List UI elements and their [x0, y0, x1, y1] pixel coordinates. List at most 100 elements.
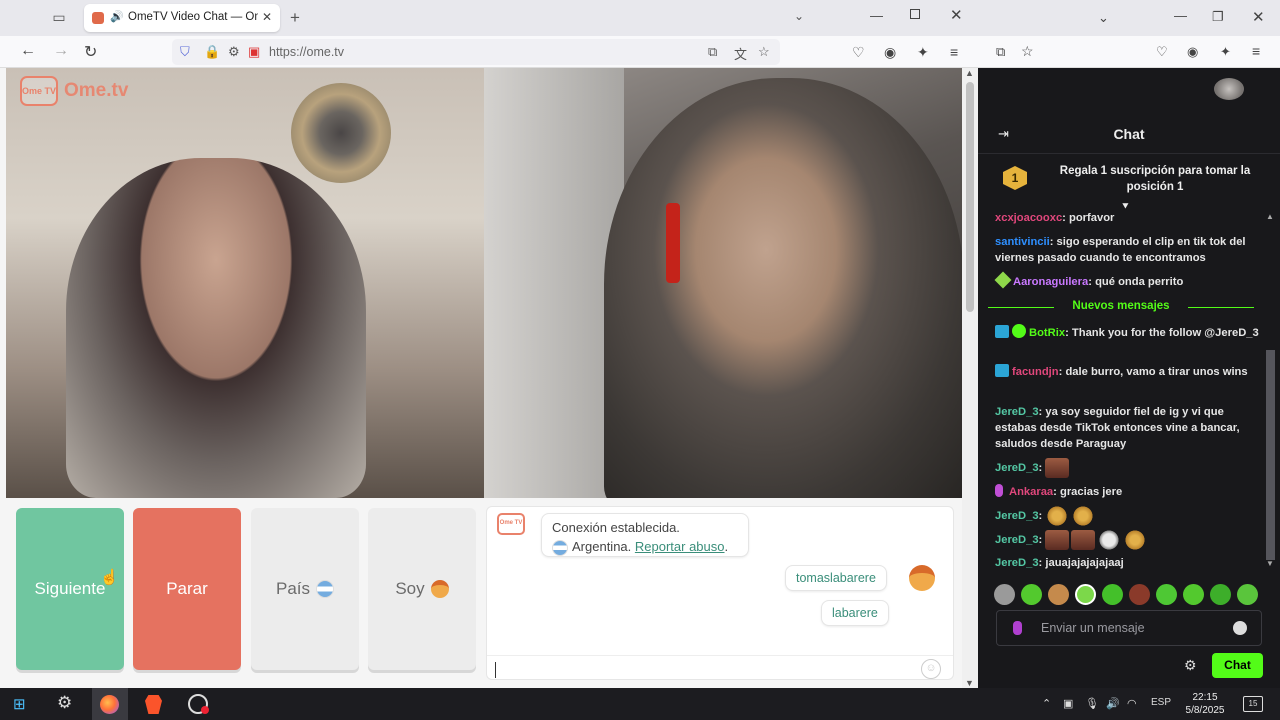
mic-icon[interactable] [1013, 621, 1022, 635]
emote-icon[interactable] [1021, 584, 1042, 605]
speaker-icon[interactable]: 🔊 [1106, 697, 1120, 710]
gear-icon[interactable]: ⚙ [1184, 657, 1197, 674]
message-input[interactable] [495, 662, 496, 678]
chat-username[interactable]: santivincii [995, 236, 1050, 248]
camera-icon[interactable]: ▣ [248, 44, 260, 60]
url-text[interactable]: https://ome.tv [269, 45, 344, 59]
chat-username[interactable]: JereD_3 [995, 462, 1039, 474]
send-chat-button[interactable]: Chat [1212, 653, 1263, 678]
report-abuse-link[interactable]: Reportar abuso [635, 539, 725, 554]
clock[interactable]: 22:15 5/8/2025 [1180, 691, 1230, 717]
chat-username[interactable]: JereD_3 [995, 534, 1039, 546]
pocket-icon[interactable]: ♡ [1156, 44, 1168, 60]
chat-username[interactable]: Aaronaguilera [1013, 276, 1088, 288]
account-icon[interactable]: ◉ [1187, 44, 1198, 60]
reload-icon[interactable]: ↻ [84, 42, 97, 62]
stop-button[interactable]: Parar [133, 508, 241, 670]
chat-username[interactable]: JereD_3 [995, 557, 1039, 569]
extensions-icon[interactable]: ✦ [1220, 44, 1231, 60]
next-button[interactable]: Siguiente [16, 508, 124, 670]
smile-icon[interactable]: ☺ [921, 659, 941, 679]
translate-icon[interactable]: 文 [734, 44, 747, 63]
avatar[interactable] [1214, 78, 1244, 100]
back-arrow-icon[interactable]: ← [20, 42, 36, 60]
chat-header: ⇥ Chat [978, 68, 1280, 154]
clock-time: 22:15 [1192, 692, 1218, 703]
lock-icon[interactable]: 🔒 [204, 44, 220, 60]
tab-ometv[interactable]: 🔊 OmeTV Video Chat — Ome ✕ [84, 4, 280, 32]
tab-list-icon[interactable]: ▭ [50, 9, 68, 27]
chat-scrollbar[interactable]: ▲ ▼ [1264, 210, 1278, 570]
chat-username[interactable]: facundjn [1012, 366, 1059, 378]
pinned-text: Regala 1 suscripción para tomar la posic… [1059, 165, 1251, 193]
scroll-down-icon[interactable]: ▼ [965, 678, 974, 688]
plus-icon[interactable]: + [290, 8, 300, 28]
extensions-icon[interactable]: ✦ [917, 44, 929, 61]
chat-username[interactable]: BotRix [1029, 327, 1065, 339]
menu-icon[interactable]: ≡ [950, 44, 958, 60]
scroll-up-icon[interactable]: ▲ [1266, 212, 1274, 221]
chat-username[interactable]: JereD_3 [995, 406, 1039, 418]
shield-icon[interactable]: ⛉ [180, 44, 190, 60]
firefox-icon[interactable] [100, 695, 119, 714]
account-icon[interactable]: ◉ [884, 44, 896, 61]
audio-icon[interactable]: 🔊 [110, 10, 124, 23]
star-icon[interactable]: ☆ [1021, 43, 1034, 60]
window-close-icon[interactable]: ✕ [950, 6, 963, 24]
notification-count[interactable]: 15 [1243, 696, 1263, 712]
emote-wheat-icon [1123, 530, 1148, 550]
page-scrollbar[interactable]: ▲ ▼ [962, 68, 978, 688]
emote-bar [994, 584, 1274, 608]
emote-icon[interactable] [1156, 584, 1177, 605]
mouse-cursor-icon: ☝ [100, 569, 119, 586]
window-close-icon[interactable]: ✕ [1252, 8, 1265, 26]
chat-message-input[interactable]: Enviar un mensaje [996, 610, 1262, 646]
language-indicator[interactable]: ESP [1151, 697, 1171, 708]
scroll-thumb[interactable] [1266, 350, 1275, 560]
close-icon[interactable]: ✕ [262, 10, 272, 24]
minimize-icon[interactable]: — [1174, 8, 1187, 23]
chat-line: BotRix: Thank you for the follow @JereD_… [995, 324, 1263, 341]
chat-username[interactable]: Ankaraa [1009, 486, 1053, 498]
emote-icon[interactable] [1102, 584, 1123, 605]
emote-icon[interactable] [1075, 584, 1096, 605]
chat-text: : dale burro, vamo a tirar unos wins [1058, 366, 1248, 378]
menu-icon[interactable]: ≡ [1252, 43, 1260, 59]
pip-icon[interactable]: ⧉ [708, 44, 717, 60]
url-bar[interactable]: ⛉ 🔒 ⚙ ▣ https://ome.tv ⧉ 文 ☆ [172, 39, 780, 65]
chevron-down-icon[interactable]: ⌄ [794, 9, 804, 23]
gender-button[interactable]: Soy [368, 508, 476, 670]
emote-icon[interactable] [1183, 584, 1204, 605]
settings-icon[interactable]: ⚙ [57, 693, 72, 713]
scroll-thumb[interactable] [966, 82, 974, 312]
emote-icon[interactable] [994, 584, 1015, 605]
tray-chevron-icon[interactable]: ⌃ [1042, 697, 1051, 710]
forward-arrow-icon[interactable]: → [53, 42, 69, 60]
scroll-up-icon[interactable]: ▲ [965, 68, 974, 78]
pip-icon[interactable]: ⧉ [996, 44, 1005, 60]
restore-icon[interactable]: ❐ [1212, 9, 1224, 25]
mic-icon[interactable]: 🎙 [1085, 697, 1099, 710]
permissions-icon[interactable]: ⚙ [228, 44, 240, 60]
windows-start-icon[interactable]: ⊞ [13, 695, 26, 713]
emoji-picker-icon[interactable] [1233, 621, 1247, 635]
ometv-logo[interactable]: Ome TV Ome.tv [20, 76, 128, 106]
wifi-icon[interactable]: ◠ [1127, 697, 1137, 710]
maximize-icon[interactable] [910, 9, 920, 19]
emote-icon[interactable] [1237, 584, 1258, 605]
country-button[interactable]: País [251, 508, 359, 670]
brave-icon[interactable] [145, 695, 162, 714]
chevron-down-icon[interactable]: ⌄ [1098, 10, 1109, 26]
pinned-banner[interactable]: 1 Regala 1 suscripción para tomar la pos… [978, 154, 1280, 214]
pocket-icon[interactable]: ♡ [852, 44, 865, 61]
star-icon[interactable]: ☆ [758, 44, 770, 60]
emote-wheat-icon [1045, 506, 1070, 526]
emote-icon[interactable] [1210, 584, 1231, 605]
emote-icon[interactable] [1129, 584, 1150, 605]
scroll-down-icon[interactable]: ▼ [1266, 559, 1274, 568]
tray-device-icon[interactable]: ▣ [1063, 697, 1073, 710]
chat-username[interactable]: xcxjoacooxc [995, 212, 1062, 224]
emote-icon[interactable] [1048, 584, 1069, 605]
minimize-icon[interactable]: — [870, 8, 883, 23]
chat-username[interactable]: JereD_3 [995, 510, 1039, 522]
